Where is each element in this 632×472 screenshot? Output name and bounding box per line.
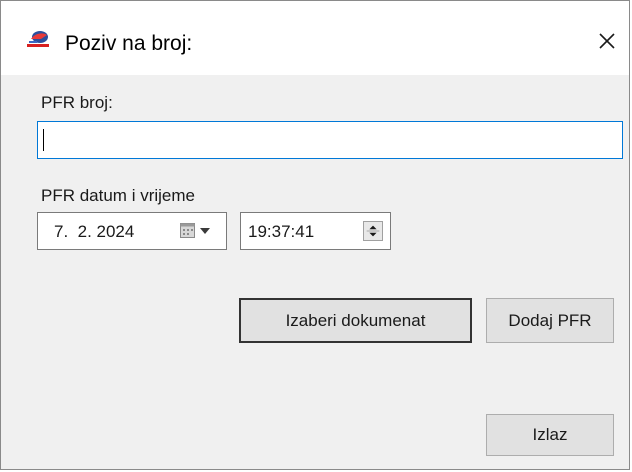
spin-up-down-icon[interactable] — [363, 221, 383, 241]
chevron-down-icon[interactable] — [199, 227, 211, 235]
date-picker[interactable]: 7. 2. 2024 — [37, 212, 227, 250]
add-pfr-button[interactable]: Dodaj PFR — [486, 298, 614, 343]
date-value: 7. 2. 2024 — [54, 222, 135, 241]
pfr-datetime-label: PFR datum i vrijeme — [41, 186, 195, 205]
time-picker[interactable]: 19:37:41 — [240, 212, 391, 250]
title-bar: Poziv na broj: — [1, 1, 629, 75]
exit-button[interactable]: Izlaz — [486, 414, 614, 456]
text-caret — [43, 129, 44, 151]
dialog-window: Poziv na broj: PFR broj: PFR datum i vri… — [0, 0, 630, 470]
time-value: 19:37:41 — [248, 222, 315, 241]
app-logo-icon — [27, 31, 49, 47]
window-title: Poziv na broj: — [65, 32, 193, 55]
pfr-number-label: PFR broj: — [41, 93, 113, 112]
close-icon[interactable] — [593, 27, 621, 55]
pfr-number-input[interactable] — [37, 121, 623, 159]
select-document-button[interactable]: Izaberi dokumenat — [239, 298, 472, 343]
calendar-icon[interactable] — [180, 223, 195, 238]
